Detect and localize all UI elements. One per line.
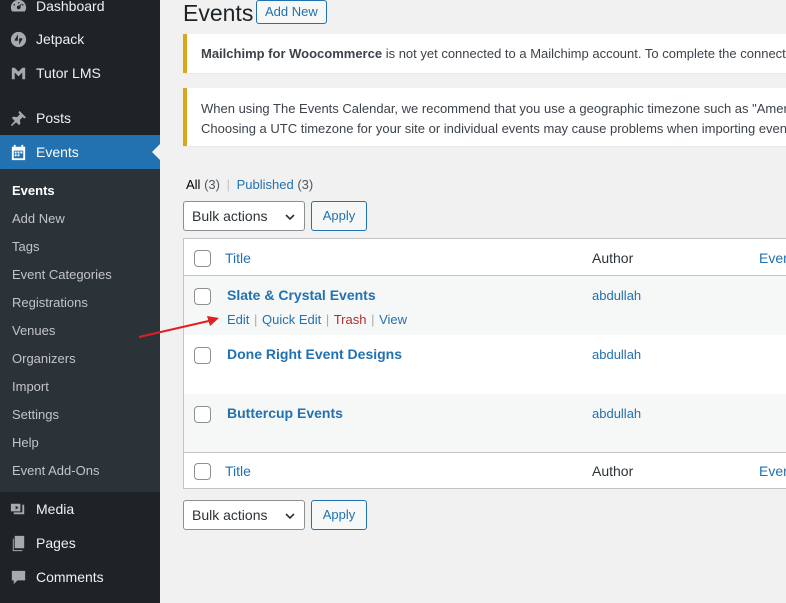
chevron-down-icon [285, 513, 295, 520]
view-link[interactable]: View [379, 312, 407, 327]
menu-pages[interactable]: Pages [0, 526, 160, 560]
table-header: Title Author Even [184, 239, 786, 276]
current-menu-arrow [152, 144, 160, 160]
submenu-help[interactable]: Help [12, 435, 39, 450]
submenu-settings[interactable]: Settings [12, 407, 59, 422]
notice-line: When using The Events Calendar, we recom… [201, 101, 786, 116]
edit-link[interactable]: Edit [227, 312, 249, 327]
menu-posts[interactable]: Posts [0, 101, 160, 135]
bulk-actions-select-top[interactable]: Bulk actions [183, 201, 305, 231]
pages-icon [0, 534, 36, 553]
calendar-icon [0, 143, 36, 162]
column-author: Author [592, 250, 634, 266]
bulk-actions-value: Bulk actions [192, 507, 268, 523]
event-title-link[interactable]: Buttercup Events [227, 405, 343, 421]
pin-icon [0, 109, 36, 128]
submenu-event-categories[interactable]: Event Categories [12, 267, 112, 282]
submenu-venues[interactable]: Venues [12, 323, 55, 338]
menu-label: Tutor LMS [36, 65, 101, 81]
filter-separator: | [226, 177, 230, 192]
menu-dashboard[interactable]: Dashboard [0, 0, 160, 23]
menu-label: Comments [36, 569, 104, 585]
menu-label: Media [36, 501, 75, 517]
submenu-import[interactable]: Import [12, 379, 49, 394]
menu-jetpack[interactable]: Jetpack [0, 22, 160, 56]
event-title-link[interactable]: Slate & Crystal Events [227, 287, 376, 303]
bulk-actions-select-bottom[interactable]: Bulk actions [183, 500, 305, 530]
select-all-checkbox-bottom[interactable] [194, 463, 211, 480]
submenu-event-add-ons[interactable]: Event Add-Ons [12, 463, 99, 478]
row-action-separator: | [325, 312, 330, 327]
filter-all-count: (3) [204, 177, 220, 192]
status-filters: All (3) | Published (3) [186, 177, 313, 192]
menu-media[interactable]: Media [0, 492, 160, 526]
row-action-separator: | [254, 312, 258, 327]
apply-button-top[interactable]: Apply [311, 201, 367, 231]
submenu-add-new[interactable]: Add New [12, 211, 65, 226]
row-checkbox[interactable] [194, 406, 211, 423]
column-event-sort-bottom[interactable]: Even [759, 463, 786, 479]
row-action-separator: | [371, 312, 375, 327]
column-author-bottom: Author [592, 463, 634, 479]
author-link[interactable]: abdullah [592, 347, 641, 362]
trash-link[interactable]: Trash [334, 312, 367, 327]
select-all-checkbox[interactable] [194, 250, 211, 267]
mailchimp-notice: Mailchimp for Woocommerce is not yet con… [183, 34, 786, 73]
page-title: Events [183, 0, 254, 26]
menu-comments[interactable]: Comments [0, 560, 160, 594]
jetpack-icon [0, 30, 36, 49]
table-row: Slate & Crystal Events abdullah Edit | Q… [184, 276, 786, 335]
submenu-organizers[interactable]: Organizers [12, 351, 76, 366]
timezone-notice: When using The Events Calendar, we recom… [183, 88, 786, 146]
menu-label: Posts [36, 110, 72, 126]
annotation-arrow [138, 316, 219, 338]
apply-button-bottom[interactable]: Apply [311, 500, 367, 530]
author-link[interactable]: abdullah [592, 406, 641, 421]
table-row: Done Right Event Designs abdullah [184, 335, 786, 394]
column-event-sort[interactable]: Even [759, 250, 786, 266]
filter-published[interactable]: Published [237, 177, 294, 192]
row-checkbox[interactable] [194, 347, 211, 364]
menu-label: Events [36, 144, 79, 160]
submenu-events[interactable]: Events [12, 183, 55, 198]
chevron-down-icon [285, 214, 295, 221]
submenu-tags[interactable]: Tags [12, 239, 39, 254]
dashboard-icon [0, 0, 36, 16]
column-title-sort[interactable]: Title [225, 250, 251, 266]
admin-sidebar: Dashboard Jetpack Tutor LMS Posts Events… [0, 0, 160, 603]
menu-label: Jetpack [36, 31, 85, 47]
submenu-registrations[interactable]: Registrations [12, 295, 88, 310]
row-actions: Edit | Quick Edit | Trash | View [227, 312, 407, 327]
add-new-button[interactable]: Add New [256, 0, 327, 24]
event-title-link[interactable]: Done Right Event Designs [227, 346, 402, 362]
filter-all[interactable]: All [186, 177, 200, 192]
menu-events[interactable]: Events [0, 135, 160, 169]
notice-line: Choosing a UTC timezone for your site or… [201, 121, 786, 136]
notice-plugin-name: Mailchimp for Woocommerce [201, 46, 383, 61]
column-title-sort-bottom[interactable]: Title [225, 463, 251, 479]
graduation-cap-icon [0, 64, 36, 83]
bulk-actions-value: Bulk actions [192, 208, 268, 224]
table-row: Buttercup Events abdullah [184, 394, 786, 453]
menu-tutor-lms[interactable]: Tutor LMS [0, 56, 160, 90]
comment-icon [0, 568, 36, 587]
filter-published-count: (3) [297, 177, 314, 192]
notice-text: is not yet connected to a Mailchimp acco… [382, 46, 786, 61]
menu-label: Dashboard [36, 0, 105, 14]
events-table: Title Author Even Slate & Crystal Events… [183, 238, 786, 489]
table-footer: Title Author Even [184, 452, 786, 489]
media-icon [0, 500, 36, 519]
menu-label: Pages [36, 535, 76, 551]
author-link[interactable]: abdullah [592, 288, 641, 303]
row-checkbox[interactable] [194, 288, 211, 305]
quick-edit-link[interactable]: Quick Edit [262, 312, 321, 327]
